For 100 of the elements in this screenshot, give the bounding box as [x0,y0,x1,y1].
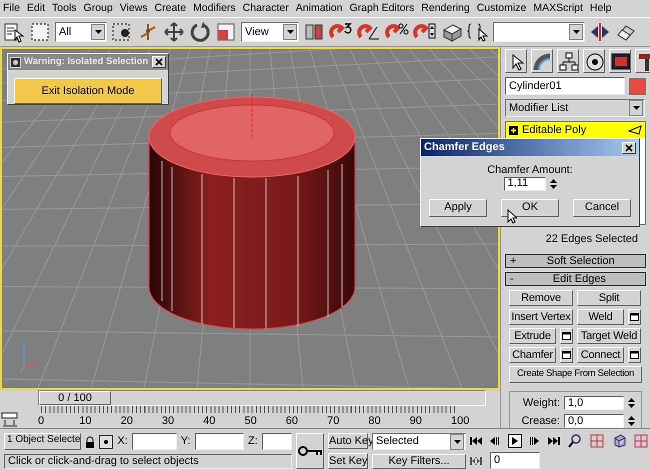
lock-icon[interactable] [85,436,96,448]
panel-tab[interactable] [531,49,553,73]
mirror-icon[interactable] [589,21,611,43]
edit-edges-button[interactable]: Remove [509,290,573,306]
edit-edges-button[interactable]: Weld [577,309,624,325]
menu-item[interactable]: Rendering [421,2,470,15]
dialog-button[interactable]: Apply [429,198,487,217]
dropdown-arrow-icon[interactable] [94,30,102,34]
next-frame-icon[interactable] [530,436,540,444]
select-region-icon[interactable] [29,21,51,43]
menu-item[interactable]: Group [84,2,113,15]
cylinder-drawing[interactable] [148,94,356,330]
zoom-extents-all-icon[interactable] [634,434,648,448]
menu-item[interactable]: Create [154,2,186,15]
mouse-cursor-icon [507,209,517,224]
menu-item[interactable]: Views [120,2,148,15]
dialog-button[interactable]: OK [501,198,559,217]
spinner-arrows-icon[interactable] [550,178,556,190]
time-slider-track[interactable]: 0 / 100 [38,390,486,406]
menu-item[interactable]: Graph Editors [349,2,414,15]
settings-button[interactable] [560,328,573,344]
menu-item[interactable]: Animation [296,2,342,15]
selection-filter-dropdown[interactable]: All [55,22,107,42]
menu-item[interactable]: Modifiers [193,2,236,15]
spinner-field[interactable]: 1,0 [564,396,624,410]
zoom-extents-icon[interactable] [612,434,626,448]
rollout-toggle[interactable]: + [506,254,516,268]
rollout-header[interactable]: - Edit Edges [505,272,646,286]
dropdown-arrow-icon[interactable] [286,30,294,34]
settings-button[interactable] [560,347,573,363]
dialog-button[interactable]: Cancel [573,198,631,217]
edit-edges-button[interactable]: Extrude [509,328,556,344]
create-shape-button[interactable]: Create Shape From Selection [509,366,642,383]
menu-item[interactable]: Customize [476,2,526,15]
menu-item[interactable]: File [3,2,20,15]
play-icon[interactable] [508,434,522,448]
rotate-icon[interactable] [189,21,211,43]
key-mode-dropdown[interactable]: Selected [372,433,466,450]
modifier-list-dropdown[interactable]: Modifier List [505,99,645,117]
close-button[interactable] [622,142,636,154]
current-frame-field[interactable]: 0 [490,452,540,469]
time-slider-thumb[interactable]: 0 / 100 [39,391,111,405]
time-config-icon[interactable] [0,412,20,428]
coordinate-system-dropdown[interactable]: View [241,22,299,42]
go-to-end-icon[interactable] [548,436,560,444]
go-to-start-icon[interactable] [470,436,482,444]
spinner-arrows-icon[interactable] [628,415,635,427]
spinner-arrows-icon[interactable] [628,397,635,409]
absolute-mode-icon[interactable] [99,434,114,448]
coordinate-field[interactable] [194,433,244,450]
edit-edges-button[interactable]: Chamfer [509,347,556,363]
select-object-icon[interactable] [3,21,25,43]
panel-tab[interactable] [557,49,579,73]
settings-button[interactable] [628,309,641,325]
spinner-field[interactable]: 0,0 [564,414,624,428]
menu-item[interactable]: Help [590,2,612,15]
dropdown-arrow-icon[interactable] [454,440,460,444]
menu-item[interactable]: Character [242,2,289,15]
expand-icon[interactable] [509,126,518,134]
dropdown-arrow-icon[interactable] [632,106,640,110]
set-key-button[interactable] [296,433,324,469]
dropdown-arrow-icon[interactable] [572,30,580,34]
rollout-header[interactable]: + Soft Selection [505,254,646,268]
close-icon[interactable] [625,144,633,152]
panel-tab[interactable] [505,49,527,73]
edit-edges-button[interactable]: Insert Vertex [509,309,573,325]
scale-icon[interactable] [215,21,237,43]
menu-item[interactable]: Edit [26,2,46,15]
set-key-text-button[interactable]: Set Key [328,453,368,469]
coordinate-field[interactable] [132,433,177,450]
zoom-icon[interactable] [568,434,582,448]
move-icon[interactable] [163,21,185,43]
object-name-field[interactable]: Cylinder01 [505,77,625,95]
panel-tab[interactable] [583,49,605,73]
panel-tab[interactable] [609,49,631,73]
window-icon [562,351,571,359]
coordinate-label: X: [117,435,128,448]
stack-item[interactable]: Editable Poly [506,122,645,138]
menu-item[interactable]: MAXScript [533,2,583,15]
object-color-swatch[interactable] [629,78,646,94]
menu-item[interactable]: Tools [52,2,77,15]
chamfer-amount-field[interactable]: 1,11 [504,176,546,191]
key-mode-toggle-icon[interactable] [470,456,482,464]
frame-number: 10 [79,415,93,428]
named-selection-dropdown[interactable] [493,22,585,42]
previous-frame-icon[interactable] [490,436,500,444]
edit-edges-button[interactable]: Split [577,290,641,306]
exit-isolation-button[interactable]: Exit Isolation Mode [14,78,162,104]
zoom-all-icon[interactable] [590,434,604,448]
selection-cone-icon[interactable] [628,125,642,135]
settings-button[interactable] [628,347,641,363]
close-button[interactable] [152,56,166,68]
edit-edges-button[interactable]: Connect [577,347,624,363]
coordinate-field[interactable] [262,433,292,450]
frame-number: 70 [327,415,340,428]
close-icon[interactable] [155,58,163,66]
edit-named-selection-icon[interactable] [467,21,489,43]
edit-edges-button[interactable]: Target Weld [577,328,641,344]
rollout-toggle[interactable]: - [506,272,514,286]
key-filters-button[interactable]: Key Filters... [372,454,466,469]
